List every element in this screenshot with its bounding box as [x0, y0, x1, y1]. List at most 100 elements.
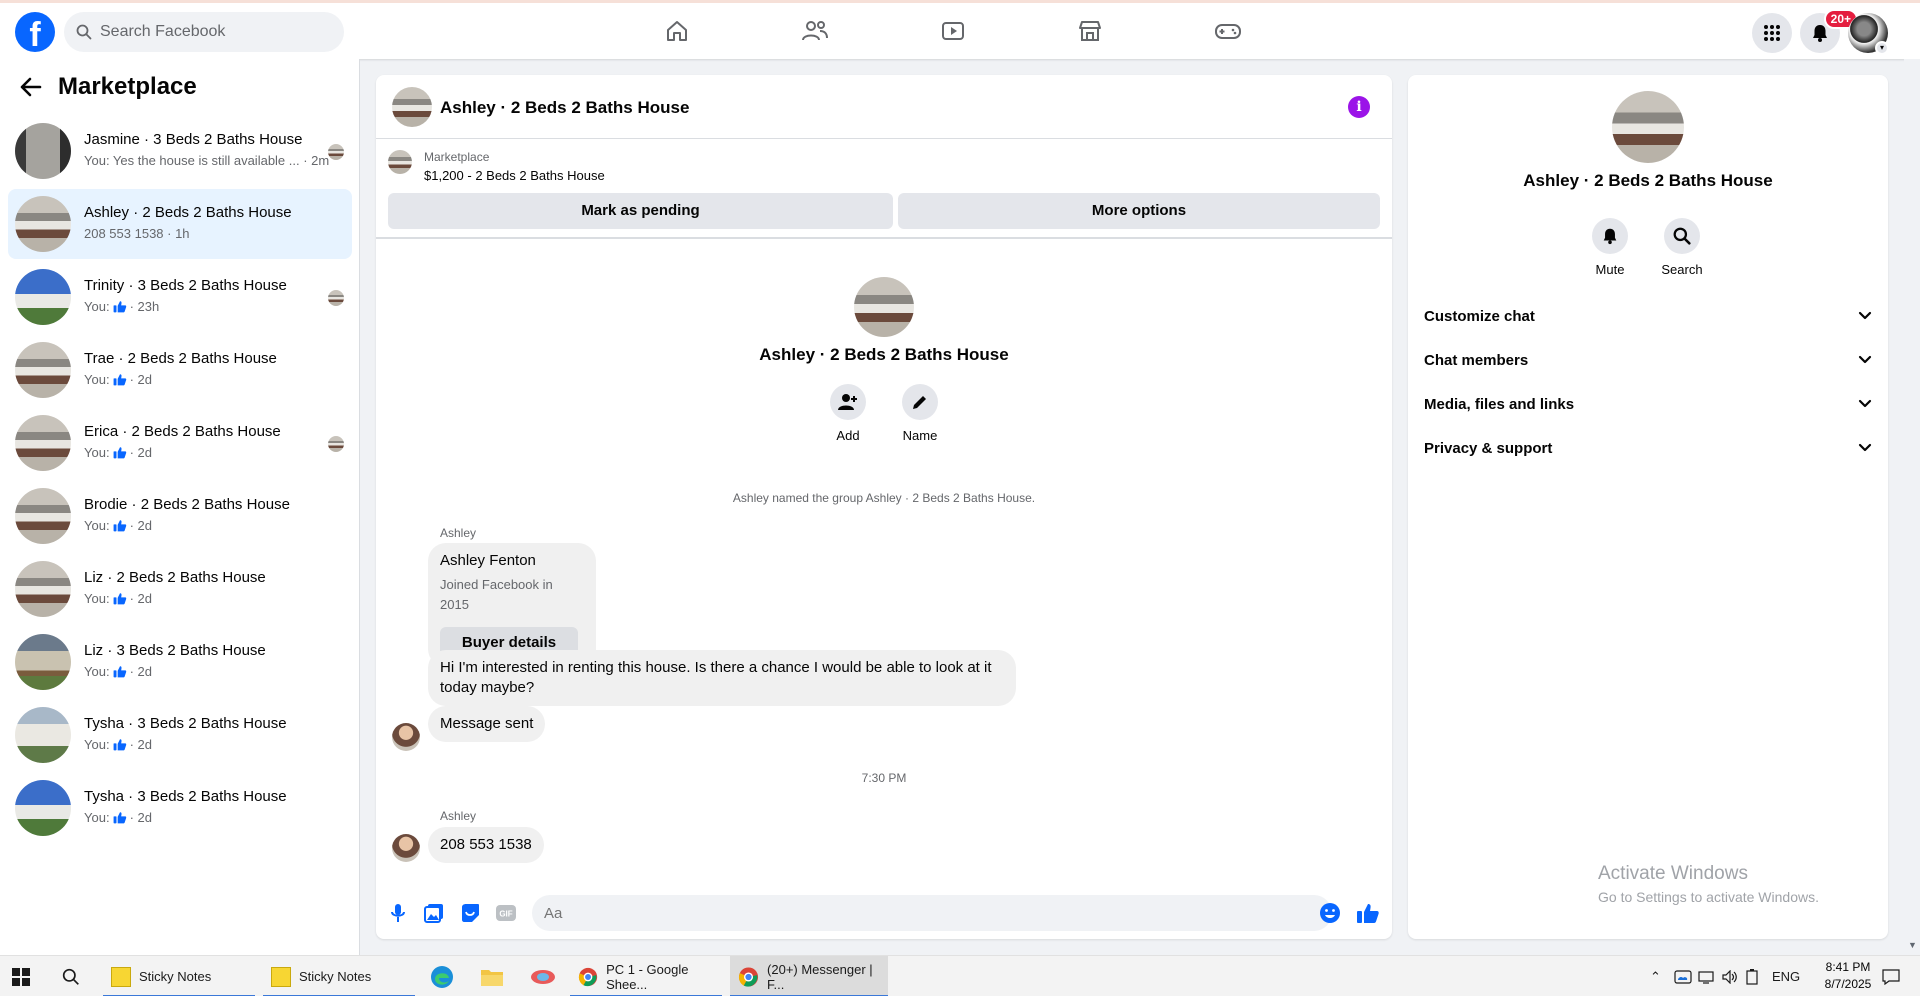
message-bubble[interactable]: Message sent	[428, 706, 546, 742]
details-avatar	[1612, 91, 1684, 163]
conversation-item[interactable]: Ashley · 2 Beds 2 Baths House 208 553 153…	[8, 189, 352, 259]
conversation-prefix: You:	[84, 591, 110, 606]
bell-icon	[1603, 228, 1617, 245]
name-group-button[interactable]: Name	[890, 384, 950, 443]
taskbar-file-explorer[interactable]	[480, 956, 504, 996]
message-bubble[interactable]: Hi I'm interested in renting this house.…	[428, 650, 1016, 706]
video-icon[interactable]	[937, 15, 969, 47]
chat-title[interactable]: Ashley · 2 Beds 2 Baths House	[440, 98, 689, 118]
details-section-row[interactable]: Privacy & support	[1424, 426, 1872, 470]
sender-avatar[interactable]	[392, 834, 420, 862]
conversation-time: · 2d	[129, 518, 152, 533]
conversation-thumbnail	[15, 123, 71, 179]
windows-watermark: Activate Windows Go to Settings to activ…	[1598, 863, 1819, 905]
message-input[interactable]	[532, 895, 1332, 931]
message-composer: GIF	[376, 887, 1392, 939]
conversation-item[interactable]: Jasmine · 3 Beds 2 Baths House You: Yes t…	[8, 116, 352, 186]
like-icon[interactable]	[1356, 901, 1380, 925]
taskbar-search[interactable]	[62, 956, 80, 996]
mute-button[interactable]: Mute	[1580, 218, 1640, 277]
taskbar-edge[interactable]	[430, 956, 454, 996]
taskbar-messenger[interactable]: (20+) Messenger | F...	[730, 956, 888, 996]
conversation-thumbnail	[15, 634, 71, 690]
mark-pending-button[interactable]: Mark as pending	[388, 193, 893, 229]
conversation-item[interactable]: Liz · 2 Beds 2 Baths House You: · 2d	[8, 554, 352, 624]
chevron-down-icon[interactable]: ▾	[1875, 41, 1889, 55]
conversation-prefix: You:	[84, 445, 110, 460]
group-avatar	[854, 277, 914, 337]
conversation-item[interactable]: Erica · 2 Beds 2 Baths House You: · 2d	[8, 408, 352, 478]
notification-center-icon[interactable]	[1882, 956, 1900, 996]
details-name: Ashley · 2 Beds 2 Baths House	[1523, 171, 1773, 190]
conversation-item[interactable]: Trinity · 3 Beds 2 Baths House You: · 23h	[8, 262, 352, 332]
conversation-subtitle: You: · 2d	[84, 591, 152, 606]
chat-avatar[interactable]	[392, 87, 432, 127]
menu-button[interactable]	[1752, 13, 1792, 53]
tray-chevron-up-icon[interactable]: ⌃	[1650, 956, 1661, 996]
conversation-item[interactable]: Tysha · 3 Beds 2 Baths House You: · 2d	[8, 700, 352, 770]
facebook-logo[interactable]: f	[15, 12, 55, 52]
chat-header: Ashley · 2 Beds 2 Baths House i	[376, 75, 1392, 139]
search-input[interactable]: Search Facebook	[100, 23, 225, 41]
sender-avatar[interactable]	[392, 723, 420, 751]
search-box[interactable]: Search Facebook	[64, 12, 344, 52]
conversation-item[interactable]: Trae · 2 Beds 2 Baths House You: · 2d	[8, 335, 352, 405]
conversation-subtitle: 208 553 1538 · 1h	[84, 226, 190, 241]
listing-thumb[interactable]	[388, 150, 412, 174]
taskbar-sticky-notes-2[interactable]: Sticky Notes	[263, 956, 415, 996]
language-indicator[interactable]: ENG	[1772, 956, 1800, 996]
taskbar-app[interactable]	[530, 956, 556, 996]
details-section-row[interactable]: Media, files and links	[1424, 382, 1872, 426]
search-icon	[76, 24, 92, 40]
listing-price[interactable]: $1,200 - 2 Beds 2 Baths House	[424, 168, 605, 183]
marketplace-icon[interactable]	[1074, 15, 1106, 47]
conversation-title: Trae · 2 Beds 2 Baths House	[84, 350, 277, 367]
back-arrow-icon[interactable]	[20, 77, 42, 97]
thumbs-up-icon	[113, 374, 126, 386]
notifications-button[interactable]: 20+	[1800, 9, 1858, 53]
taskbar-label: Sticky Notes	[139, 969, 212, 984]
system-clock[interactable]: 8:41 PM 8/7/2025	[1808, 959, 1888, 993]
conversation-item[interactable]: Liz · 3 Beds 2 Baths House You: · 2d	[8, 627, 352, 697]
conversation-item[interactable]: Tysha · 3 Beds 2 Baths House You: · 2d	[8, 773, 352, 843]
conversation-title: Brodie · 2 Beds 2 Baths House	[84, 496, 290, 513]
conversation-thumbnail	[15, 561, 71, 617]
info-icon[interactable]: i	[1348, 96, 1370, 118]
microphone-icon[interactable]	[386, 901, 410, 925]
add-people-button[interactable]: Add	[818, 384, 878, 443]
gif-icon[interactable]: GIF	[494, 901, 518, 925]
conversation-title: Liz · 3 Beds 2 Baths House	[84, 642, 266, 659]
taskbar-label: Sticky Notes	[299, 969, 372, 984]
folder-icon	[481, 969, 503, 986]
conversation-subtitle: You: · 2d	[84, 518, 152, 533]
gaming-icon[interactable]	[1212, 15, 1244, 47]
taskbar-google-sheets[interactable]: PC 1 - Google Shee...	[570, 956, 722, 996]
conversation-thumbnail	[15, 269, 71, 325]
conversation-time: · 23h	[129, 299, 160, 314]
clock-date: 8/7/2025	[1824, 977, 1872, 991]
scroll-down-arrow[interactable]: ▼	[1908, 940, 1917, 950]
volume-icon[interactable]	[1722, 956, 1738, 996]
photo-icon[interactable]	[422, 901, 446, 925]
more-options-button[interactable]: More options	[898, 193, 1380, 229]
pencil-icon	[913, 396, 926, 409]
home-icon[interactable]	[661, 15, 693, 47]
emoji-icon[interactable]	[1318, 901, 1342, 925]
details-section-row[interactable]: Customize chat	[1424, 294, 1872, 338]
search-label: Search	[1661, 262, 1703, 277]
sticker-icon[interactable]	[458, 901, 482, 925]
taskbar-sticky-notes-1[interactable]: Sticky Notes	[103, 956, 255, 996]
details-section-row[interactable]: Chat members	[1424, 338, 1872, 382]
network-icon[interactable]	[1698, 956, 1714, 996]
battery-icon[interactable]	[1746, 956, 1758, 996]
page-scrollbar[interactable]	[1904, 59, 1920, 955]
message-bubble[interactable]: 208 553 1538	[428, 827, 544, 863]
onedrive-icon[interactable]	[1674, 956, 1692, 996]
conversation-item[interactable]: Brodie · 2 Beds 2 Baths House You: · 2d	[8, 481, 352, 551]
search-chat-button[interactable]: Search	[1652, 218, 1712, 277]
read-receipt-avatar	[328, 290, 344, 306]
thumbs-up-icon	[113, 447, 126, 459]
friends-icon[interactable]	[799, 15, 831, 47]
thumbs-up-icon	[113, 301, 126, 313]
start-button[interactable]	[12, 956, 30, 996]
